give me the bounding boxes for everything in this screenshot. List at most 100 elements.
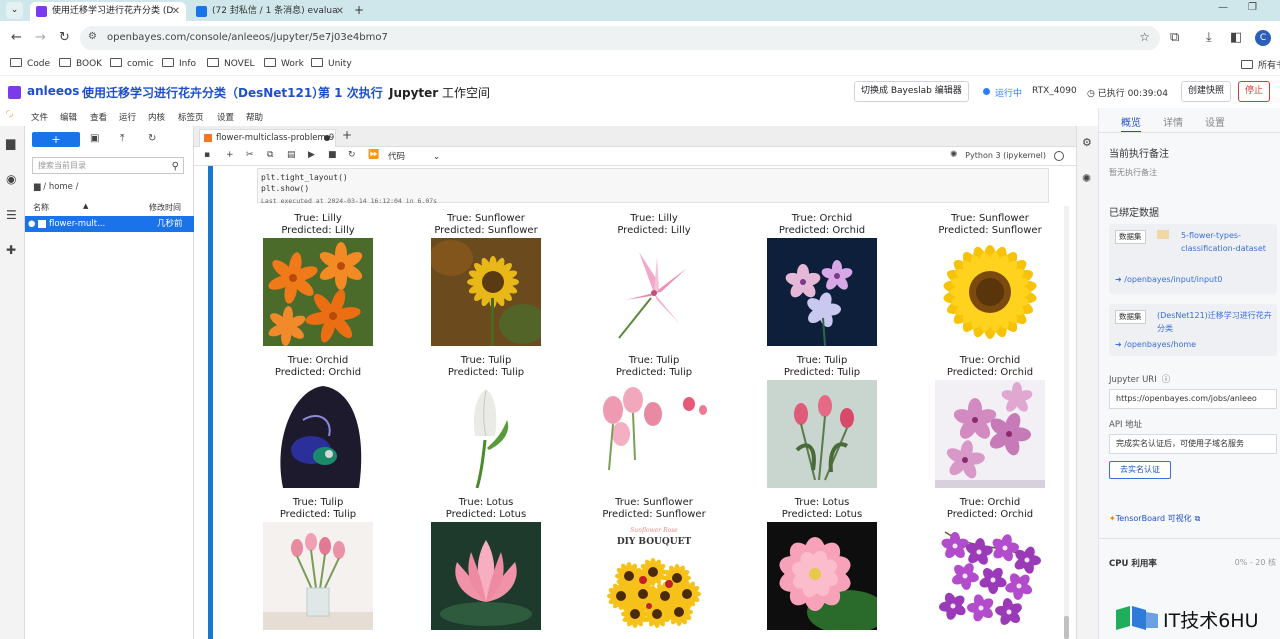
jupyter-uri-field[interactable]: https://openbayes.com/jobs/anleeo — [1109, 389, 1277, 409]
run-count[interactable]: 第 1 次执行 — [318, 84, 383, 101]
menu-kernel[interactable]: 内核 — [148, 111, 165, 123]
bookmark-comic[interactable]: comic — [110, 58, 154, 69]
dataset-name[interactable]: (DesNet121)迁移学习进行花卉分类 — [1157, 309, 1275, 335]
svg-text:Sunflower Rose: Sunflower Rose — [630, 527, 678, 534]
extensions-icon[interactable]: ⧉ — [1170, 31, 1179, 45]
minimize-icon[interactable]: — — [1218, 2, 1228, 13]
browser-tab-inactive[interactable]: (72 封私信 / 1 条消息) evalua ✕ — [190, 2, 350, 21]
forward-icon[interactable]: → — [35, 31, 46, 45]
download-icon[interactable]: ⤓ — [1206, 31, 1212, 45]
running-icon[interactable]: ◉ — [6, 172, 16, 186]
site-info-icon[interactable]: ⚙ — [88, 31, 97, 42]
interrupt-icon[interactable]: ■ — [328, 150, 337, 160]
browser-tab-active[interactable]: 使用迁移学习进行花卉分类 (D ✕ — [30, 2, 186, 21]
menu-view[interactable]: 查看 — [90, 111, 107, 123]
tab-settings[interactable]: 设置 — [1205, 114, 1225, 129]
user-name[interactable]: anleeos — [27, 84, 79, 98]
col-name[interactable]: 名称 — [33, 202, 49, 213]
breadcrumb[interactable]: ▆ / home / — [34, 182, 78, 192]
run-icon[interactable]: ▶ — [308, 150, 315, 160]
create-snapshot-button[interactable]: 创建快照 — [1181, 81, 1232, 102]
refresh-icon[interactable]: ↻ — [148, 133, 156, 144]
menu-settings[interactable]: 设置 — [217, 111, 234, 123]
new-launcher-button[interactable]: + — [32, 132, 80, 147]
api-field[interactable]: 完成实名认证后，可使用子域名服务 — [1109, 434, 1277, 454]
tab-search-icon[interactable]: ⌄ — [6, 2, 23, 19]
menu-file[interactable]: 文件 — [31, 111, 48, 123]
notebook-scrollbar[interactable] — [1064, 206, 1069, 639]
bookmark-code[interactable]: Code — [10, 58, 50, 69]
new-folder-icon[interactable]: ▣ — [90, 133, 99, 144]
upload-icon[interactable]: ⤒ — [120, 133, 124, 144]
openbayes-favicon-icon — [36, 6, 47, 17]
verify-identity-button[interactable]: 去实名认证 — [1109, 461, 1171, 479]
close-tab-icon[interactable]: ✕ — [172, 2, 180, 21]
restart-icon[interactable]: ↻ — [348, 150, 356, 160]
file-search-input[interactable]: 搜索当前目录 ⚲ — [32, 157, 184, 174]
notebook-panel[interactable]: plt.tight_layout() plt.show() Last execu… — [194, 166, 1076, 639]
notebook-tab[interactable]: flower-multiclass-problem-9 — [199, 129, 336, 147]
bookmark-book[interactable]: BOOK — [59, 58, 102, 69]
sidepanel-icon[interactable]: ◧ — [1230, 31, 1242, 45]
watermark-text: IT技术6HU — [1163, 610, 1259, 632]
debugger-icon[interactable]: ✺ — [1082, 172, 1091, 185]
reload-icon[interactable]: ↻ — [59, 31, 70, 45]
copy-icon[interactable]: ⧉ — [267, 150, 273, 160]
flower-image — [767, 522, 877, 630]
kernel-name[interactable]: Python 3 (ipykernel) — [965, 151, 1046, 160]
property-inspector-icon[interactable]: ⚙ — [1082, 136, 1092, 149]
all-bookmarks[interactable]: 所有书 — [1241, 58, 1280, 71]
bookmark-work[interactable]: Work — [264, 58, 304, 69]
cut-icon[interactable]: ✂ — [246, 150, 254, 160]
close-tab-icon[interactable]: ✕ — [336, 2, 344, 21]
col-modified[interactable]: 修改时间 — [149, 202, 181, 213]
menu-tabs[interactable]: 标签页 — [178, 111, 204, 123]
debug-icon[interactable]: ✺ — [950, 150, 958, 160]
new-tab-button[interactable]: + — [354, 2, 364, 19]
bookmark-info[interactable]: Info — [162, 58, 196, 69]
insert-cell-icon[interactable]: + — [226, 150, 234, 160]
dataset-path[interactable]: ➜ /openbayes/home — [1115, 340, 1196, 349]
tab-overview[interactable]: 概览 — [1121, 114, 1141, 133]
dataset-name[interactable]: 5-flower-types-classification-dataset — [1181, 229, 1273, 255]
menu-help[interactable]: 帮助 — [246, 111, 263, 123]
extension-icon[interactable]: ✚ — [6, 243, 16, 257]
bookmark-unity[interactable]: Unity — [311, 58, 352, 69]
note-placeholder[interactable]: 暂无执行备注 — [1109, 167, 1157, 178]
save-icon[interactable]: ▪ — [204, 150, 210, 160]
dataset-path[interactable]: ➜ /openbayes/input/input0 — [1115, 275, 1222, 284]
menu-run[interactable]: 运行 — [119, 111, 136, 123]
active-cell-indicator[interactable] — [208, 166, 213, 639]
cell-type-select[interactable]: 代码 ⌄ — [388, 150, 440, 162]
dataset-card[interactable]: 数据集 (DesNet121)迁移学习进行花卉分类 ➜ /openbayes/h… — [1109, 304, 1277, 356]
scroll-thumb[interactable] — [1064, 616, 1069, 639]
bookmark-star-icon[interactable]: ☆ — [1139, 30, 1150, 44]
browser-toolbar: ← → ↻ ⚙ openbayes.com/console/anleeos/ju… — [0, 21, 1280, 55]
project-title[interactable]: 使用迁移学习进行花卉分类（DesNet121） — [82, 84, 324, 101]
menu-edit[interactable]: 编辑 — [60, 111, 77, 123]
flower-image — [263, 380, 373, 488]
clock-icon: ◷ — [1087, 89, 1098, 99]
restore-icon[interactable]: ❐ — [1248, 2, 1257, 13]
file-row[interactable]: ● flower-mult... 几秒前 — [25, 216, 194, 232]
dataset-card[interactable]: 数据集 5-flower-types-classification-datase… — [1109, 224, 1277, 294]
tab-details[interactable]: 详情 — [1163, 114, 1183, 129]
tensorboard-link[interactable]: ✦TensorBoard 可视化 ⧉ — [1109, 513, 1200, 524]
address-bar[interactable]: ⚙ openbayes.com/console/anleeos/jupyter/… — [80, 26, 1160, 50]
true-label: True: Orchid — [791, 213, 853, 224]
unsaved-dot-icon[interactable] — [324, 135, 330, 141]
switch-editor-button[interactable]: 切换成 Bayeslab 编辑器 — [854, 81, 969, 102]
new-tab-plus-icon[interactable]: + — [342, 128, 352, 142]
profile-avatar[interactable]: C — [1255, 30, 1271, 46]
toc-icon[interactable]: ☰ — [6, 208, 17, 222]
predicted-label: Predicted: Tulip — [279, 509, 357, 520]
sort-asc-icon[interactable]: ▲ — [83, 202, 88, 210]
code-cell[interactable]: plt.tight_layout() plt.show() Last execu… — [257, 168, 1049, 205]
folder-icon[interactable]: ▆ — [6, 136, 15, 150]
paste-icon[interactable]: ▤ — [287, 150, 296, 160]
bookmark-novel[interactable]: NOVEL — [207, 58, 255, 69]
stop-button[interactable]: 停止 — [1238, 81, 1271, 102]
true-label: True: Tulip — [292, 497, 344, 508]
run-all-icon[interactable]: ⏩ — [368, 150, 379, 160]
back-icon[interactable]: ← — [11, 31, 22, 45]
